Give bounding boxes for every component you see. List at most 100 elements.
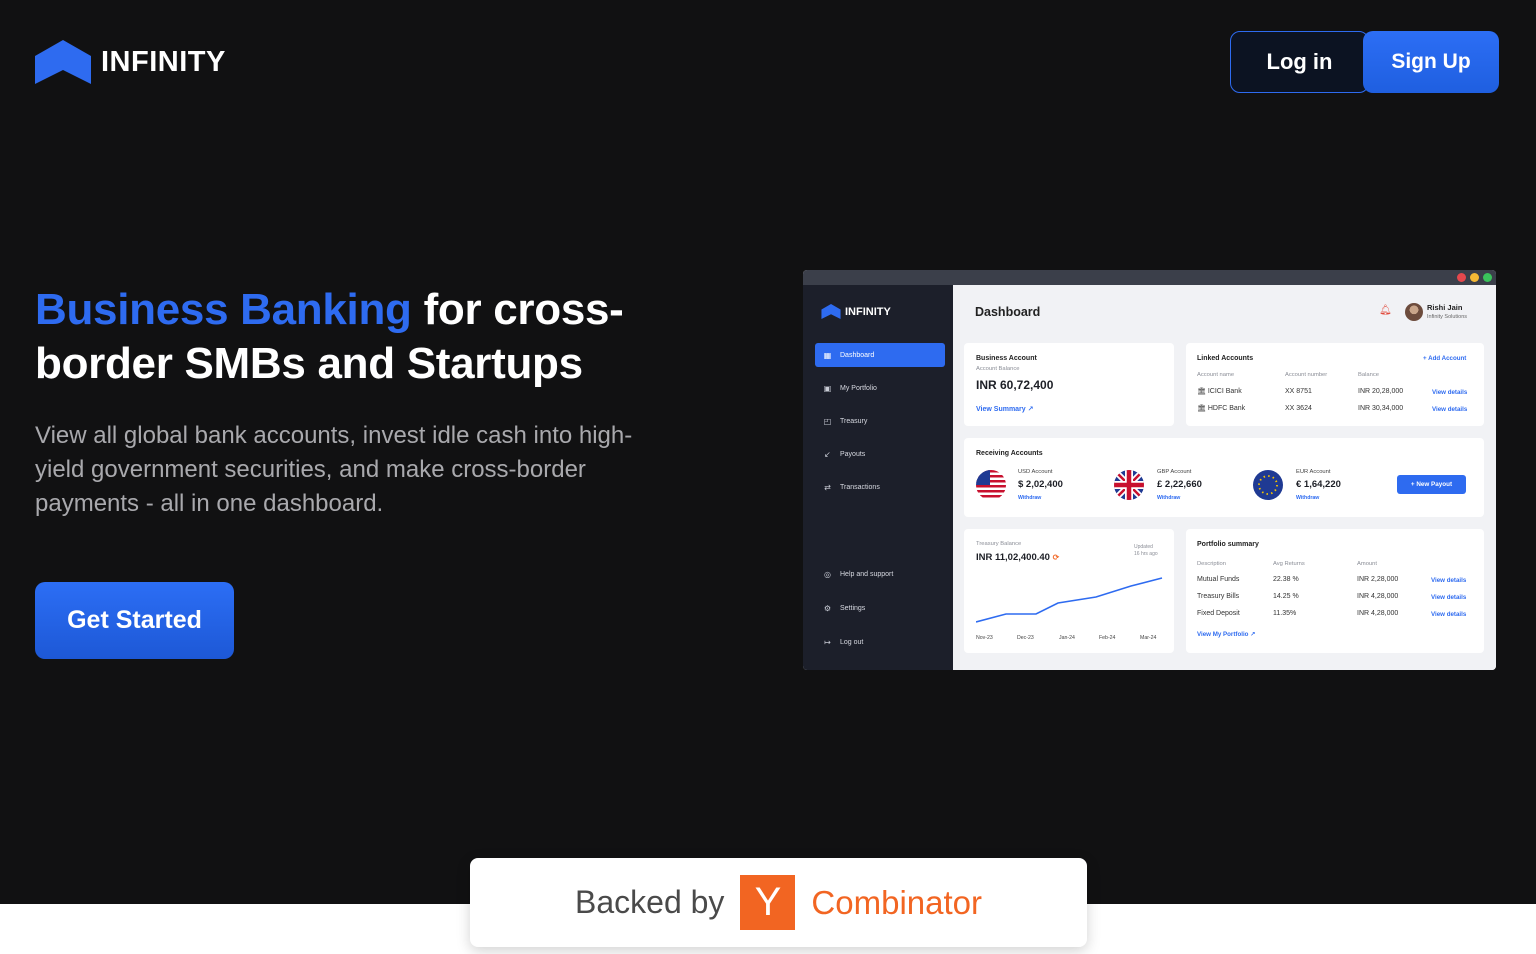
x-tick-label: Jan-24 <box>1059 635 1075 641</box>
portfolio-desc: Mutual Funds <box>1197 576 1240 583</box>
treasury-series-line <box>976 577 1163 623</box>
sidebar-item-label: Transactions <box>840 483 880 491</box>
view-details-link[interactable]: View details <box>1431 611 1466 618</box>
account-label: EUR Account <box>1296 469 1331 475</box>
portfolio-amount: INR 4,28,000 <box>1357 610 1399 617</box>
x-tick-label: Nov-23 <box>976 635 993 641</box>
view-details-link[interactable]: View details <box>1431 577 1466 584</box>
sidebar-item-label: Dashboard <box>840 351 875 359</box>
maximize-dot-icon <box>1483 273 1492 282</box>
account-label: GBP Account <box>1157 469 1192 475</box>
sidebar-item-logout[interactable]: ↦ Log out <box>815 630 945 654</box>
withdraw-link[interactable]: Withdraw <box>1157 495 1180 501</box>
treasury-label: Treasury Balance <box>976 541 1022 547</box>
col-header: Amount <box>1357 561 1377 567</box>
arrow-down-left-icon: ↙ <box>824 449 831 459</box>
portfolio-amount: INR 2,28,000 <box>1357 576 1399 583</box>
us-flag-icon <box>976 470 1006 500</box>
balance-value: INR 60,72,400 <box>976 378 1054 392</box>
sidebar-item-help[interactable]: ◎ Help and support <box>815 562 945 586</box>
col-header: Avg Returns <box>1273 561 1305 567</box>
bank-name: HDFC Bank <box>1207 405 1246 412</box>
signup-button[interactable]: Sign Up <box>1363 31 1499 93</box>
view-portfolio-link[interactable]: View My Portfolio ↗ <box>1197 631 1255 638</box>
swap-icon: ⇄ <box>824 482 831 492</box>
dashboard-preview: INFINITY ▦ Dashboard ▣ My Portfolio ◰ Treas… <box>803 270 1496 670</box>
window-titlebar <box>803 270 1496 285</box>
balance-value: INR 11,02,400.40 <box>976 552 1050 563</box>
account-balance: INR 30,34,000 <box>1358 405 1404 412</box>
uk-flag-icon <box>1114 470 1144 500</box>
sidebar-item-label: Treasury <box>840 417 868 425</box>
sidebar-logo: INFINITY <box>821 304 891 319</box>
new-payout-button[interactable]: + New Payout <box>1397 475 1466 494</box>
bell-icon[interactable]: 🔔︎ <box>1379 305 1392 316</box>
treasury-line-chart <box>976 577 1163 623</box>
col-header: Account number <box>1285 372 1328 378</box>
col-header: Description <box>1197 561 1226 567</box>
dashboard-sidebar: INFINITY ▦ Dashboard ▣ My Portfolio ◰ Treas… <box>803 285 953 670</box>
sidebar-item-settings[interactable]: ⚙ Settings <box>815 596 945 620</box>
chart-icon: ◰ <box>823 416 832 426</box>
portfolio-amount: INR 4,28,000 <box>1357 593 1399 600</box>
portfolio-desc: Treasury Bills <box>1197 593 1240 600</box>
withdraw-link[interactable]: Withdraw <box>1018 495 1041 501</box>
avatar[interactable] <box>1405 303 1423 321</box>
withdraw-link[interactable]: Withdraw <box>1296 495 1319 501</box>
external-link-icon: ↗ <box>1250 631 1256 638</box>
get-started-button[interactable]: Get Started <box>35 582 234 659</box>
account-amount: € 1,64,220 <box>1296 479 1341 490</box>
sidebar-item-label: Help and support <box>840 570 894 578</box>
backed-by-label: Backed by <box>575 884 725 920</box>
sidebar-item-portfolio[interactable]: ▣ My Portfolio <box>815 376 945 400</box>
dashboard-title: Dashboard <box>975 305 1041 319</box>
yc-logo-icon: Y <box>740 875 796 930</box>
table-row: 🏛︎ HDFC Bank <box>1197 404 1245 412</box>
col-header: Account name <box>1197 372 1235 378</box>
button-label: New Payout <box>1416 481 1453 488</box>
infinity-logo-icon <box>35 40 91 84</box>
infinity-logo-icon <box>821 304 841 319</box>
card-title: Receiving Accounts <box>976 450 1043 457</box>
receiving-accounts-card: Receiving Accounts USD Account $ 2,02,40… <box>964 438 1484 517</box>
sidebar-item-dashboard[interactable]: ▦ Dashboard <box>815 343 945 367</box>
x-tick-label: Dec-23 <box>1017 635 1034 641</box>
sidebar-item-payouts[interactable]: ↙ Payouts <box>815 442 945 466</box>
card-title: Linked Accounts <box>1197 355 1254 362</box>
account-number: XX 8751 <box>1285 388 1312 395</box>
x-tick-label: Mar-24 <box>1140 635 1157 641</box>
sidebar-item-label: Log out <box>840 638 864 646</box>
minimize-dot-icon <box>1470 273 1479 282</box>
backed-by-badge: Backed by Y Combinator <box>470 858 1087 947</box>
logout-icon: ↦ <box>824 637 831 647</box>
treasury-balance: INR 11,02,400.40 ⟳ <box>976 552 1059 563</box>
gear-icon: ⚙ <box>823 603 832 613</box>
x-tick-label: Feb-24 <box>1099 635 1116 641</box>
account-number: XX 3624 <box>1285 405 1312 412</box>
briefcase-icon: ▣ <box>823 383 832 393</box>
card-title: Portfolio summary <box>1197 541 1259 548</box>
refresh-icon[interactable]: ⟳ <box>1053 553 1060 562</box>
bank-icon: 🏛︎ <box>1197 388 1206 395</box>
balance-label: Account Balance <box>976 366 1020 372</box>
view-summary-link[interactable]: View Summary ↗ <box>976 405 1034 413</box>
business-account-card: Business Account Account Balance INR 60,… <box>964 343 1174 426</box>
dashboard-main: Dashboard 🔔︎ Rishi Jain Infinity Solutio… <box>953 285 1496 670</box>
bank-icon: 🏛︎ <box>1197 405 1206 412</box>
view-details-link[interactable]: View details <box>1431 594 1466 601</box>
account-amount: £ 2,22,660 <box>1157 479 1202 490</box>
sidebar-item-label: My Portfolio <box>840 384 877 392</box>
login-button[interactable]: Log in <box>1230 31 1369 93</box>
portfolio-return: 22.38 % <box>1273 576 1299 583</box>
sidebar-item-treasury[interactable]: ◰ Treasury <box>815 409 945 433</box>
sidebar-item-transactions[interactable]: ⇄ Transactions <box>815 475 945 499</box>
portfolio-return: 14.25 % <box>1273 593 1299 600</box>
grid-icon: ▦ <box>823 350 832 360</box>
view-details-link[interactable]: View details <box>1432 389 1467 396</box>
yc-name: Combinator <box>811 883 982 921</box>
brand-logo[interactable]: INFINITY <box>35 40 226 84</box>
view-details-link[interactable]: View details <box>1432 406 1467 413</box>
hero-title: Business Banking for cross-border SMBs a… <box>35 283 695 391</box>
add-account-link[interactable]: + Add Account <box>1423 355 1466 362</box>
bank-name: ICICI Bank <box>1207 388 1242 395</box>
